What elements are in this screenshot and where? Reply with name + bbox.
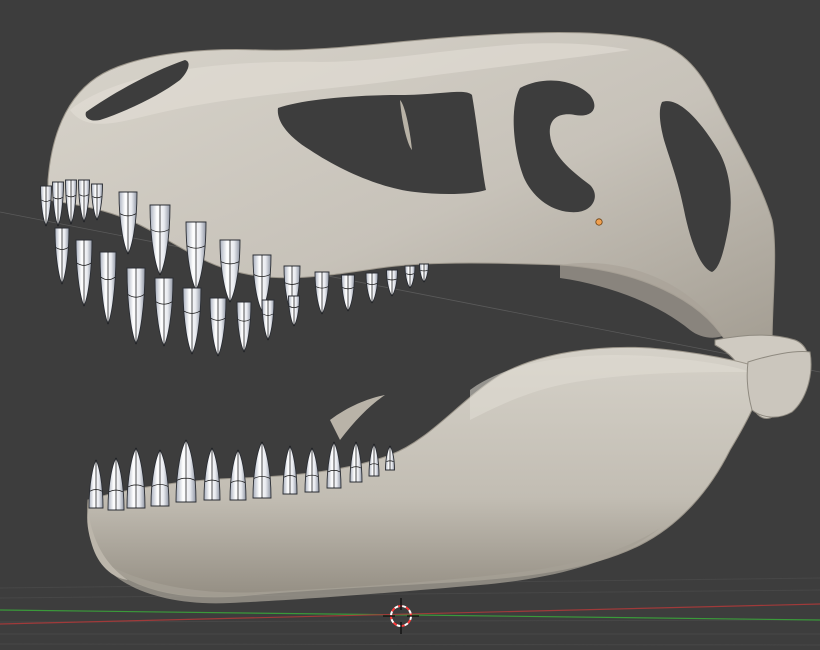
lower-jaw[interactable] bbox=[87, 346, 812, 604]
jaw-inner-ridge bbox=[330, 395, 385, 440]
3d-cursor-icon[interactable] bbox=[383, 598, 419, 634]
object-origin-dot[interactable] bbox=[595, 218, 603, 226]
3d-viewport[interactable] bbox=[0, 0, 820, 650]
viewport-scene[interactable] bbox=[0, 0, 820, 650]
jaw-flange bbox=[746, 351, 812, 418]
